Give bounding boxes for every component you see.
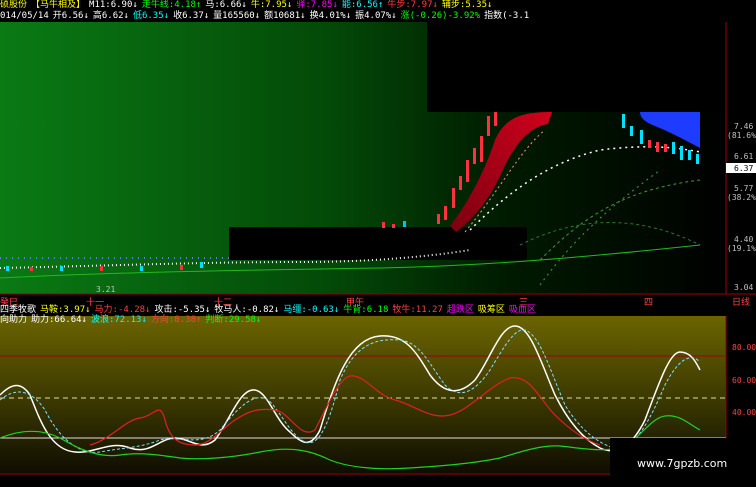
period-button[interactable]: 日线: [732, 295, 750, 308]
indicator-field-10: 吸血区: [508, 305, 536, 315]
header-field-4: 马:6.66↓: [205, 0, 247, 10]
indicator-field-2-4: 判断:29.58↓: [205, 315, 262, 325]
quote-field-3: 低6.35↓: [132, 11, 170, 21]
indicator-field-2-0: 向助力: [0, 315, 28, 325]
indicator-tick: 80.00: [732, 343, 756, 352]
overlay-mid: [229, 227, 527, 260]
header-field-0: 硕股份: [0, 0, 28, 10]
indicator-field-7: 牧牛:11.27: [392, 305, 443, 315]
header-field-9: 辅步:5.35↓: [441, 0, 493, 10]
price-tick: 7.46: [734, 122, 754, 131]
price-tick-pct: (19.1%): [727, 244, 756, 253]
indicator-field-4: 牧马人:-0.82↓: [214, 305, 280, 315]
watermark-text: www.7gpzb.com: [637, 457, 728, 470]
quote-field-4: 收6.37↓: [173, 11, 210, 21]
quote-field-6: 额10681↓: [264, 11, 306, 21]
header-row-1: 硕股份 【马牛相及】 M11:6.90↓ 走牛线:4.18↑ 马:6.66↓ 牛:7.95…: [0, 0, 756, 11]
overlay-top-right: [427, 22, 756, 112]
header-field-2: M11:6.90↓: [89, 0, 138, 10]
header-field-7: 能:6.56↑: [341, 0, 384, 10]
indicator-tick: 60.00: [732, 376, 756, 385]
indicator-field-3: 攻击:-5.35↓: [154, 305, 211, 315]
price-tick: 6.61: [734, 152, 754, 161]
price-tick: 3.04: [734, 283, 754, 292]
price-tick: 5.77: [734, 184, 754, 193]
indicator-header-row-2: 向助力 助力:66.64↓ 波浪:72.13↓ 方向:8.38↑ 判断:29.58↓: [0, 315, 265, 326]
header-field-3: 走牛线:4.18↑: [141, 0, 202, 10]
quote-field-0: 014/05/14: [0, 11, 49, 21]
header-field-1: 【马牛相及】: [31, 0, 86, 10]
header-field-5: 牛:7.95↓: [250, 0, 293, 10]
indicator-field-8: 超跌区: [446, 305, 474, 315]
current-price-label: 6.37: [734, 164, 754, 173]
indicator-field-2-3: 方向:8.38↑: [150, 315, 202, 325]
chart-canvas: [0, 22, 756, 487]
indicator-field-6: 牛背:6.18: [343, 305, 389, 315]
quote-field-1: 开6.56↓: [52, 11, 89, 21]
indicator-field-2: 马力:-4.28↓: [94, 305, 151, 315]
price-tick: 4.40: [734, 235, 754, 244]
indicator-field-9: 吸筹区: [477, 305, 505, 315]
date-tick: 四: [644, 298, 654, 308]
quote-field-5: 量165560↓: [213, 11, 261, 21]
quote-field-9: 涨(-0.26)-3.92%: [400, 11, 481, 21]
quote-field-7: 换4.01%↓: [309, 11, 352, 21]
low-price-marker: 3.21: [96, 285, 116, 294]
price-tick-pct: (81.6%): [727, 131, 756, 140]
indicator-field-1: 马鞍:3.97↓: [40, 305, 91, 315]
header-row-2: 014/05/14 开6.56↓ 高6.62↓ 低6.35↓ 收6.37↓ 量165560…: [0, 11, 756, 22]
price-tick-pct: (38.2%): [727, 193, 756, 202]
indicator-field-0: 四季牧歌: [0, 305, 37, 315]
indicator-field-2-1: 助力:66.64↓: [31, 315, 87, 325]
quote-field-10: 指数(-3.1: [484, 11, 530, 21]
indicator-field-2-2: 波浪:72.13↓: [90, 315, 147, 325]
indicator-field-5: 马缰:-0.63↓: [283, 305, 340, 315]
header-field-8: 牛步:7.97↓: [387, 0, 438, 10]
indicator-tick: 40.00: [732, 408, 756, 417]
quote-field-2: 高6.62↓: [92, 11, 129, 21]
quote-field-8: 振4.07%↓: [355, 11, 397, 21]
header-field-6: 驿:7.85↓: [296, 0, 338, 10]
